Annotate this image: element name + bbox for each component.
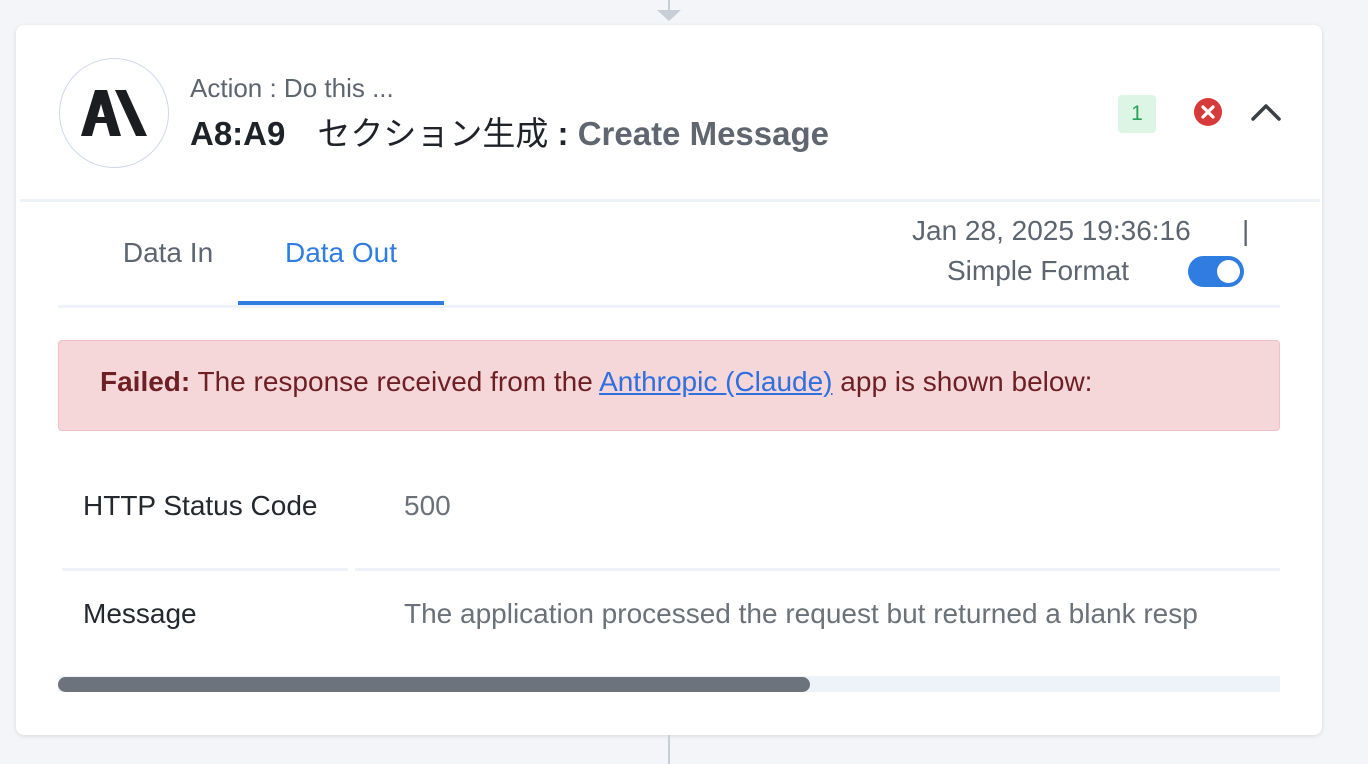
row-value: The application processed the request bu…: [404, 598, 1198, 629]
step-title: A8:A9 セクション生成 : Create Message: [190, 107, 829, 155]
flow-connector-line: [668, 735, 670, 764]
horizontal-scrollbar[interactable]: [58, 676, 1280, 692]
tab-data-in[interactable]: Data In: [98, 203, 238, 303]
step-name: セクション生成: [317, 115, 549, 152]
data-out-table: HTTP Status Code 500 Message The applica…: [58, 435, 1280, 695]
operation-name: Create Message: [577, 115, 829, 152]
anthropic-logo-icon: [59, 58, 169, 168]
row-value: 500: [404, 490, 451, 521]
alert-text-before: The response received from the: [190, 366, 600, 397]
table-row: HTTP Status Code 500: [58, 462, 1280, 566]
anthropic-logo-glyph-icon: [81, 90, 147, 136]
tabs-divider: [58, 305, 1280, 308]
simple-format-toggle[interactable]: [1188, 256, 1244, 287]
count-badge: 1: [1118, 95, 1156, 133]
timestamp-separator: |: [1242, 215, 1250, 246]
chevron-up-icon[interactable]: [1249, 99, 1283, 125]
action-type-label: Action : Do this ...: [190, 73, 394, 103]
title-separator: :: [548, 115, 578, 152]
failure-alert: Failed: The response received from the A…: [58, 340, 1280, 431]
table-row: Message The application processed the re…: [58, 570, 1280, 674]
app-link[interactable]: Anthropic (Claude): [599, 366, 832, 397]
row-key: Message: [83, 598, 197, 629]
error-circle-icon: [1194, 98, 1222, 126]
scrollbar-thumb[interactable]: [58, 677, 810, 692]
alert-text-after: app is shown below:: [832, 366, 1093, 397]
alert-status: Failed:: [100, 366, 191, 397]
toggle-knob: [1217, 260, 1240, 283]
step-code: A8:A9: [190, 115, 286, 152]
alert-message: Failed: The response received from the A…: [100, 366, 1092, 398]
action-step-card: Action : Do this ... A8:A9 セクション生成 : Crea…: [16, 25, 1322, 735]
simple-format-label: Simple Format: [947, 255, 1130, 286]
flow-arrow-down-icon: [657, 10, 681, 21]
row-key: HTTP Status Code: [83, 490, 318, 521]
header-divider: [20, 199, 1320, 202]
card-header: Action : Do this ... A8:A9 セクション生成 : Crea…: [16, 25, 1322, 200]
run-timestamp: Jan 28, 2025 19:36:16: [912, 215, 1191, 246]
tab-data-out[interactable]: Data Out: [238, 203, 444, 303]
